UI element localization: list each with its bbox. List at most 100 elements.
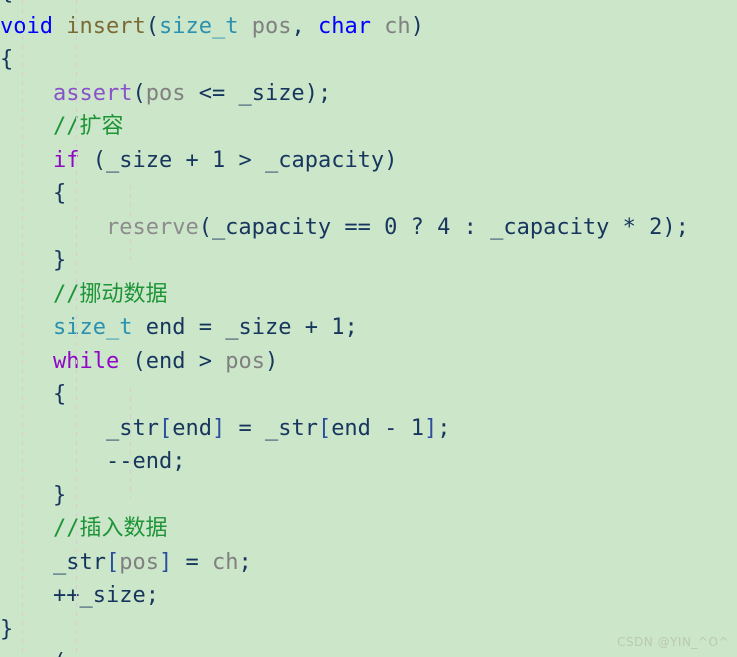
token-ident: _size [225, 315, 292, 340]
token-ident: _capacity [264, 147, 385, 173]
code-line-4[interactable]: //扩容 [0, 110, 737, 144]
token-cmt: //插入数据 [52, 516, 168, 541]
token-ident: end [331, 415, 371, 441]
indent-guide-level-1 [22, 0, 23, 657]
code-line-15[interactable]: } [0, 479, 737, 513]
token-paren: ( [198, 214, 212, 240]
token-punct [132, 315, 145, 340]
token-brk: [ [317, 415, 332, 441]
token-ident: _str [52, 549, 106, 575]
token-cmt: //挪动数据 [52, 281, 168, 307]
token-ident: end [132, 449, 173, 474]
token-op: == [331, 214, 385, 240]
token-punct: ; [344, 315, 358, 340]
token-num: 1 [331, 315, 345, 340]
token-num: 0 [384, 214, 398, 240]
token-cmt: //扩容 [52, 114, 124, 139]
token-punct [53, 14, 66, 39]
token-punct: ; [238, 549, 252, 575]
token-type: size_t [52, 315, 133, 340]
code-line-1[interactable]: void insert(size_t pos, char ch) [0, 10, 737, 44]
token-ident: end [172, 415, 212, 441]
token-paren: ) [304, 80, 318, 106]
token-fn: insert [66, 13, 146, 39]
token-brace: } [52, 248, 67, 273]
token-paren: ( [119, 348, 146, 374]
token-punct: ; [317, 80, 332, 106]
token-param: ch [211, 549, 239, 575]
token-op: -- [105, 449, 133, 474]
code-line-17[interactable]: _str[pos] = ch; [0, 546, 737, 580]
code-line-9[interactable]: //挪动数据 [0, 278, 737, 312]
token-ident: _capacity [211, 214, 332, 240]
code-line-10[interactable]: size_t end = _size + 1; [0, 311, 737, 345]
token-paren: ) [410, 13, 424, 39]
token-brk: [ [158, 415, 173, 441]
code-line-7[interactable]: reserve(_capacity == 0 ? 4 : _capacity *… [0, 211, 737, 245]
token-ident: _size [238, 80, 305, 106]
token-ident: _str [105, 415, 159, 441]
token-op: ? [397, 214, 438, 240]
code-line-partial-top[interactable]: { [0, 0, 737, 10]
code-line-18[interactable]: ++_size; [0, 579, 737, 613]
code-line-14[interactable]: --end; [0, 445, 737, 479]
indent-guide-level-3 [130, 185, 131, 260]
code-line-12[interactable]: { [0, 378, 737, 412]
token-punct: ; [437, 415, 451, 441]
token-num: 4 [437, 214, 451, 240]
token-punct: ; [145, 583, 159, 608]
token-param: pos [145, 80, 186, 106]
token-op: > [185, 348, 226, 374]
csdn-watermark: CSDN @YIN_^O^ [617, 635, 729, 649]
token-brk: [ [105, 549, 120, 575]
token-brace: } [52, 482, 67, 508]
token-op: = [225, 415, 265, 441]
token-brace: { [0, 0, 13, 5]
token-paren: ( [53, 650, 66, 657]
token-op: + [291, 315, 332, 340]
token-param: pos [225, 348, 265, 374]
code-screenshot: {void insert(size_t pos, char ch){ asser… [0, 0, 737, 657]
indent-guide-level-3b [130, 388, 131, 498]
token-ident: _size [79, 583, 146, 608]
token-paren: ( [132, 80, 146, 106]
token-paren: ( [145, 13, 159, 39]
token-brk: ] [211, 415, 226, 441]
code-line-6[interactable]: { [0, 177, 737, 211]
token-op: > [225, 147, 265, 173]
token-brace: } [0, 616, 14, 642]
code-line-5[interactable]: if (_size + 1 > _capacity) [0, 144, 737, 178]
token-kw: char [317, 13, 371, 39]
token-brk: ] [158, 549, 173, 575]
token-kw: void [0, 13, 53, 39]
token-op: + [172, 147, 212, 173]
code-line-13[interactable]: _str[end] = _str[end - 1]; [0, 412, 737, 446]
code-line-2[interactable]: { [0, 43, 737, 77]
token-punct: , [291, 13, 318, 39]
code-line-16[interactable]: //插入数据 [0, 512, 737, 546]
token-op: * [609, 214, 650, 240]
code-line-3[interactable]: assert(pos <= _size); [0, 77, 737, 111]
token-ident: _capacity [490, 214, 610, 240]
code-editor-surface[interactable]: {void insert(size_t pos, char ch){ asser… [0, 0, 737, 657]
token-param: pos [251, 13, 292, 39]
token-ident: end [145, 348, 186, 374]
code-line-8[interactable]: } [0, 244, 737, 278]
token-macro: assert [52, 80, 133, 106]
code-line-11[interactable]: while (end > pos) [0, 345, 737, 379]
token-paren: ) [264, 348, 279, 374]
